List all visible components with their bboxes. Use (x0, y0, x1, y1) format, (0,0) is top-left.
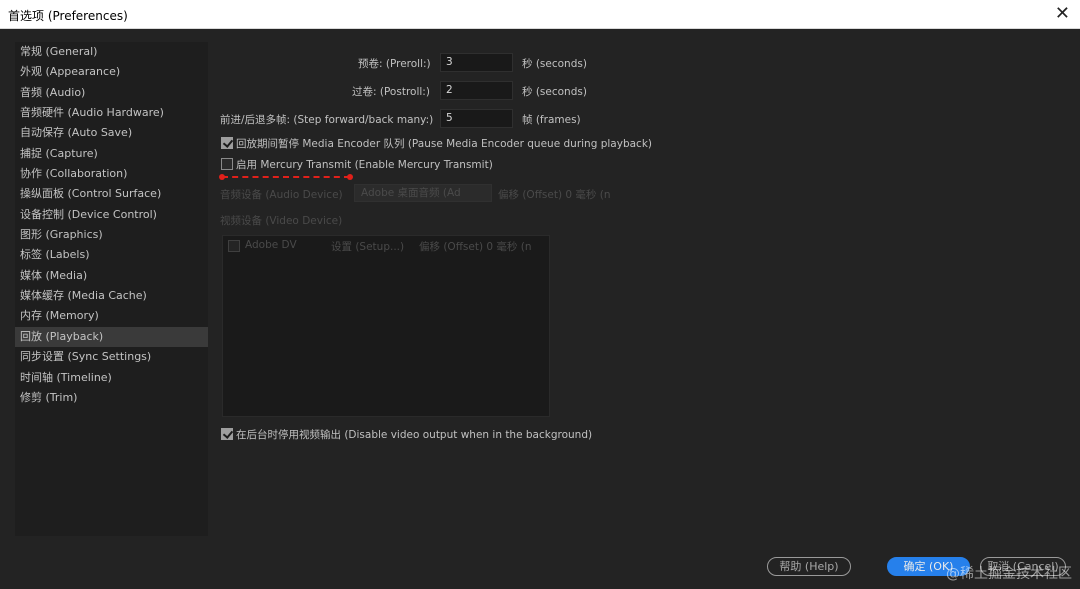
sidebar-item-timeline[interactable]: 时间轴 (Timeline) (15, 368, 208, 388)
sidebar-item-media[interactable]: 媒体 (Media) (15, 266, 208, 286)
pause-media-encoder-checkbox[interactable] (221, 137, 233, 149)
sidebar-item-general[interactable]: 常规 (General) (15, 42, 208, 62)
sidebar-item-labels[interactable]: 标签 (Labels) (15, 245, 208, 265)
sidebar-item-collaboration[interactable]: 协作 (Collaboration) (15, 164, 208, 184)
window-title: 首选项 (Preferences) (8, 9, 128, 23)
preroll-unit: 秒 (seconds) (522, 58, 587, 70)
preroll-input[interactable]: 3 (440, 53, 513, 72)
sidebar-item-media-cache[interactable]: 媒体缓存 (Media Cache) (15, 286, 208, 306)
pause-media-encoder-label: 回放期间暂停 Media Encoder 队列 (Pause Media Enc… (236, 138, 652, 150)
enable-mercury-transmit-checkbox[interactable] (221, 158, 233, 170)
video-device-list: Adobe DV 设置 (Setup...) 偏移 (Offset) 0 毫秒 … (222, 235, 550, 417)
annotation-underline (219, 174, 353, 180)
close-icon[interactable]: ✕ (1055, 4, 1070, 24)
sidebar-item-capture[interactable]: 捕捉 (Capture) (15, 144, 208, 164)
sidebar-item-playback[interactable]: 回放 (Playback) (15, 326, 208, 348)
video-device-setup-button[interactable]: 设置 (Setup...) (331, 239, 404, 254)
sidebar-item-memory[interactable]: 内存 (Memory) (15, 306, 208, 326)
disable-background-video-label: 在后台时停用视频输出 (Disable video output when in… (236, 429, 593, 441)
sidebar-item-trim[interactable]: 修剪 (Trim) (15, 388, 208, 408)
video-device-name: Adobe DV (245, 239, 297, 251)
sidebar-item-auto-save[interactable]: 自动保存 (Auto Save) (15, 123, 208, 143)
sidebar-item-appearance[interactable]: 外观 (Appearance) (15, 62, 208, 82)
preroll-label: 预卷: (Preroll:) (358, 58, 431, 70)
audio-offset-label: 偏移 (Offset) 0 毫秒 (n (498, 189, 611, 201)
watermark: @稀土掘金技术社区 (946, 566, 1072, 582)
video-device-checkbox[interactable] (228, 240, 240, 252)
sidebar-item-audio-hardware[interactable]: 音频硬件 (Audio Hardware) (15, 103, 208, 123)
sidebar-item-graphics[interactable]: 图形 (Graphics) (15, 225, 208, 245)
video-device-offset: 偏移 (Offset) 0 毫秒 (n (419, 241, 532, 253)
playback-settings-panel: 预卷: (Preroll:) 3 秒 (seconds) 过卷: (Postro… (220, 42, 1065, 542)
step-frames-label: 前进/后退多帧: (Step forward/back many:) (220, 114, 434, 126)
audio-device-label: 音频设备 (Audio Device) (220, 189, 343, 201)
preferences-category-list: 常规 (General) 外观 (Appearance) 音频 (Audio) … (15, 42, 208, 536)
video-device-label: 视频设备 (Video Device) (220, 215, 343, 227)
sidebar-item-device-control[interactable]: 设备控制 (Device Control) (15, 205, 208, 225)
enable-mercury-transmit-label: 启用 Mercury Transmit (Enable Mercury Tran… (236, 159, 493, 171)
sidebar-item-audio[interactable]: 音频 (Audio) (15, 83, 208, 103)
audio-device-dropdown[interactable]: Adobe 桌面音频 (Ad (354, 184, 492, 202)
postroll-label: 过卷: (Postroll:) (352, 86, 430, 98)
title-bar: 首选项 (Preferences) ✕ (0, 0, 1080, 29)
help-button[interactable]: 帮助 (Help) (767, 557, 851, 576)
sidebar-item-control-surface[interactable]: 操纵面板 (Control Surface) (15, 184, 208, 204)
postroll-unit: 秒 (seconds) (522, 86, 587, 98)
step-frames-input[interactable]: 5 (440, 109, 513, 128)
postroll-input[interactable]: 2 (440, 81, 513, 100)
step-frames-unit: 帧 (frames) (522, 114, 581, 126)
sidebar-item-sync-settings[interactable]: 同步设置 (Sync Settings) (15, 347, 208, 367)
disable-background-video-checkbox[interactable] (221, 428, 233, 440)
